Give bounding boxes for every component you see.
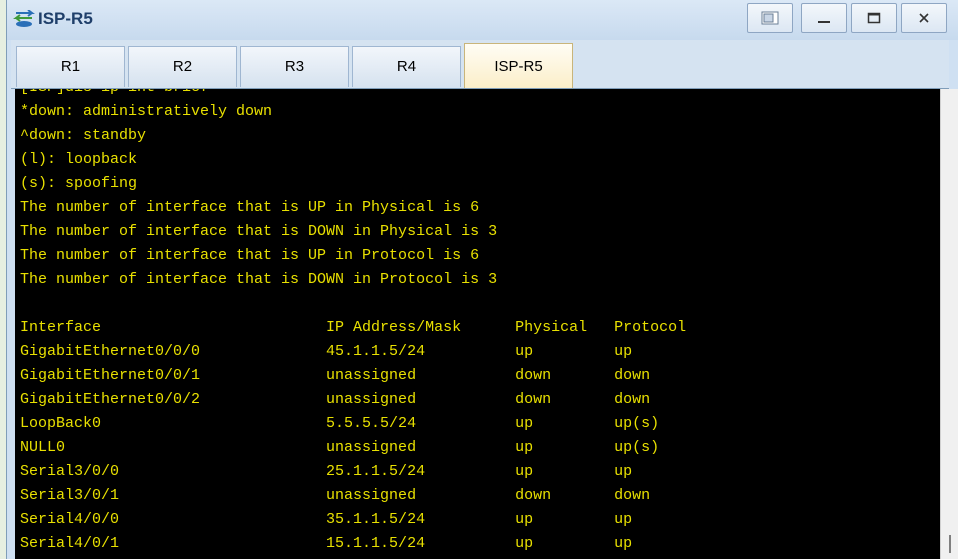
console-line: [ISP]dis ip int brief (20, 89, 686, 100)
console-line: Serial4/0/1 15.1.1.5/24 up up (20, 535, 633, 552)
console-scrollbar[interactable] (940, 89, 958, 559)
window-title: ISP-R5 (38, 9, 93, 28)
minimize-icon (818, 21, 830, 23)
device-console-window: ISP-R5 R1 R2 R3 R4 ISP-R5 *down: adminis… (6, 0, 958, 559)
maximize-button[interactable] (851, 3, 897, 33)
console-line: ^down: standby (20, 127, 147, 144)
console-line: Interface IP Address/Mask Physical Proto… (20, 319, 687, 336)
tab-r3[interactable]: R3 (240, 46, 349, 87)
console-line: GigabitEthernet0/0/0 45.1.1.5/24 up up (20, 343, 633, 360)
console-line: Serial3/0/0 25.1.1.5/24 up up (20, 463, 633, 480)
console-line: The number of interface that is DOWN in … (20, 223, 498, 240)
console-output[interactable]: [ISP]dis ip int brief *down: administrati… (15, 89, 940, 559)
console-line: The number of interface that is UP in Pr… (20, 247, 480, 264)
tab-r4[interactable]: R4 (352, 46, 461, 87)
console-line: The number of interface that is UP in Ph… (20, 199, 480, 216)
maximize-icon (867, 12, 881, 24)
restore-icon (761, 11, 779, 25)
console-line: Serial3/0/1 unassigned down down (20, 487, 651, 504)
close-button[interactable] (901, 3, 947, 33)
console-line: The number of interface that is DOWN in … (20, 271, 498, 288)
console-line: Serial4/0/0 35.1.1.5/24 up up (20, 511, 633, 528)
close-icon (919, 13, 929, 23)
console-line: NULL0 unassigned up up(s) (20, 439, 660, 456)
console-line: GigabitEthernet0/0/1 unassigned down dow… (20, 367, 651, 384)
console-line: *down: administratively down (20, 103, 273, 120)
console-line: LoopBack0 5.5.5.5/24 up up(s) (20, 415, 660, 432)
console-line: (l): loopback (20, 151, 138, 168)
title-bar[interactable]: ISP-R5 (7, 0, 958, 40)
restore-button[interactable] (747, 3, 793, 33)
tab-r2[interactable]: R2 (128, 46, 237, 87)
console-lines: [ISP]dis ip int brief *down: administrati… (20, 89, 686, 556)
tab-isp-r5[interactable]: ISP-R5 (464, 43, 573, 88)
console-line: GigabitEthernet0/0/2 unassigned down dow… (20, 391, 651, 408)
minimize-button[interactable] (801, 3, 847, 33)
console-line: (s): spoofing (20, 175, 138, 192)
tab-r1[interactable]: R1 (16, 46, 125, 87)
device-tab-bar: R1 R2 R3 R4 ISP-R5 (11, 40, 949, 89)
network-device-icon (13, 9, 35, 28)
scrollbar-thumb[interactable] (949, 535, 951, 553)
